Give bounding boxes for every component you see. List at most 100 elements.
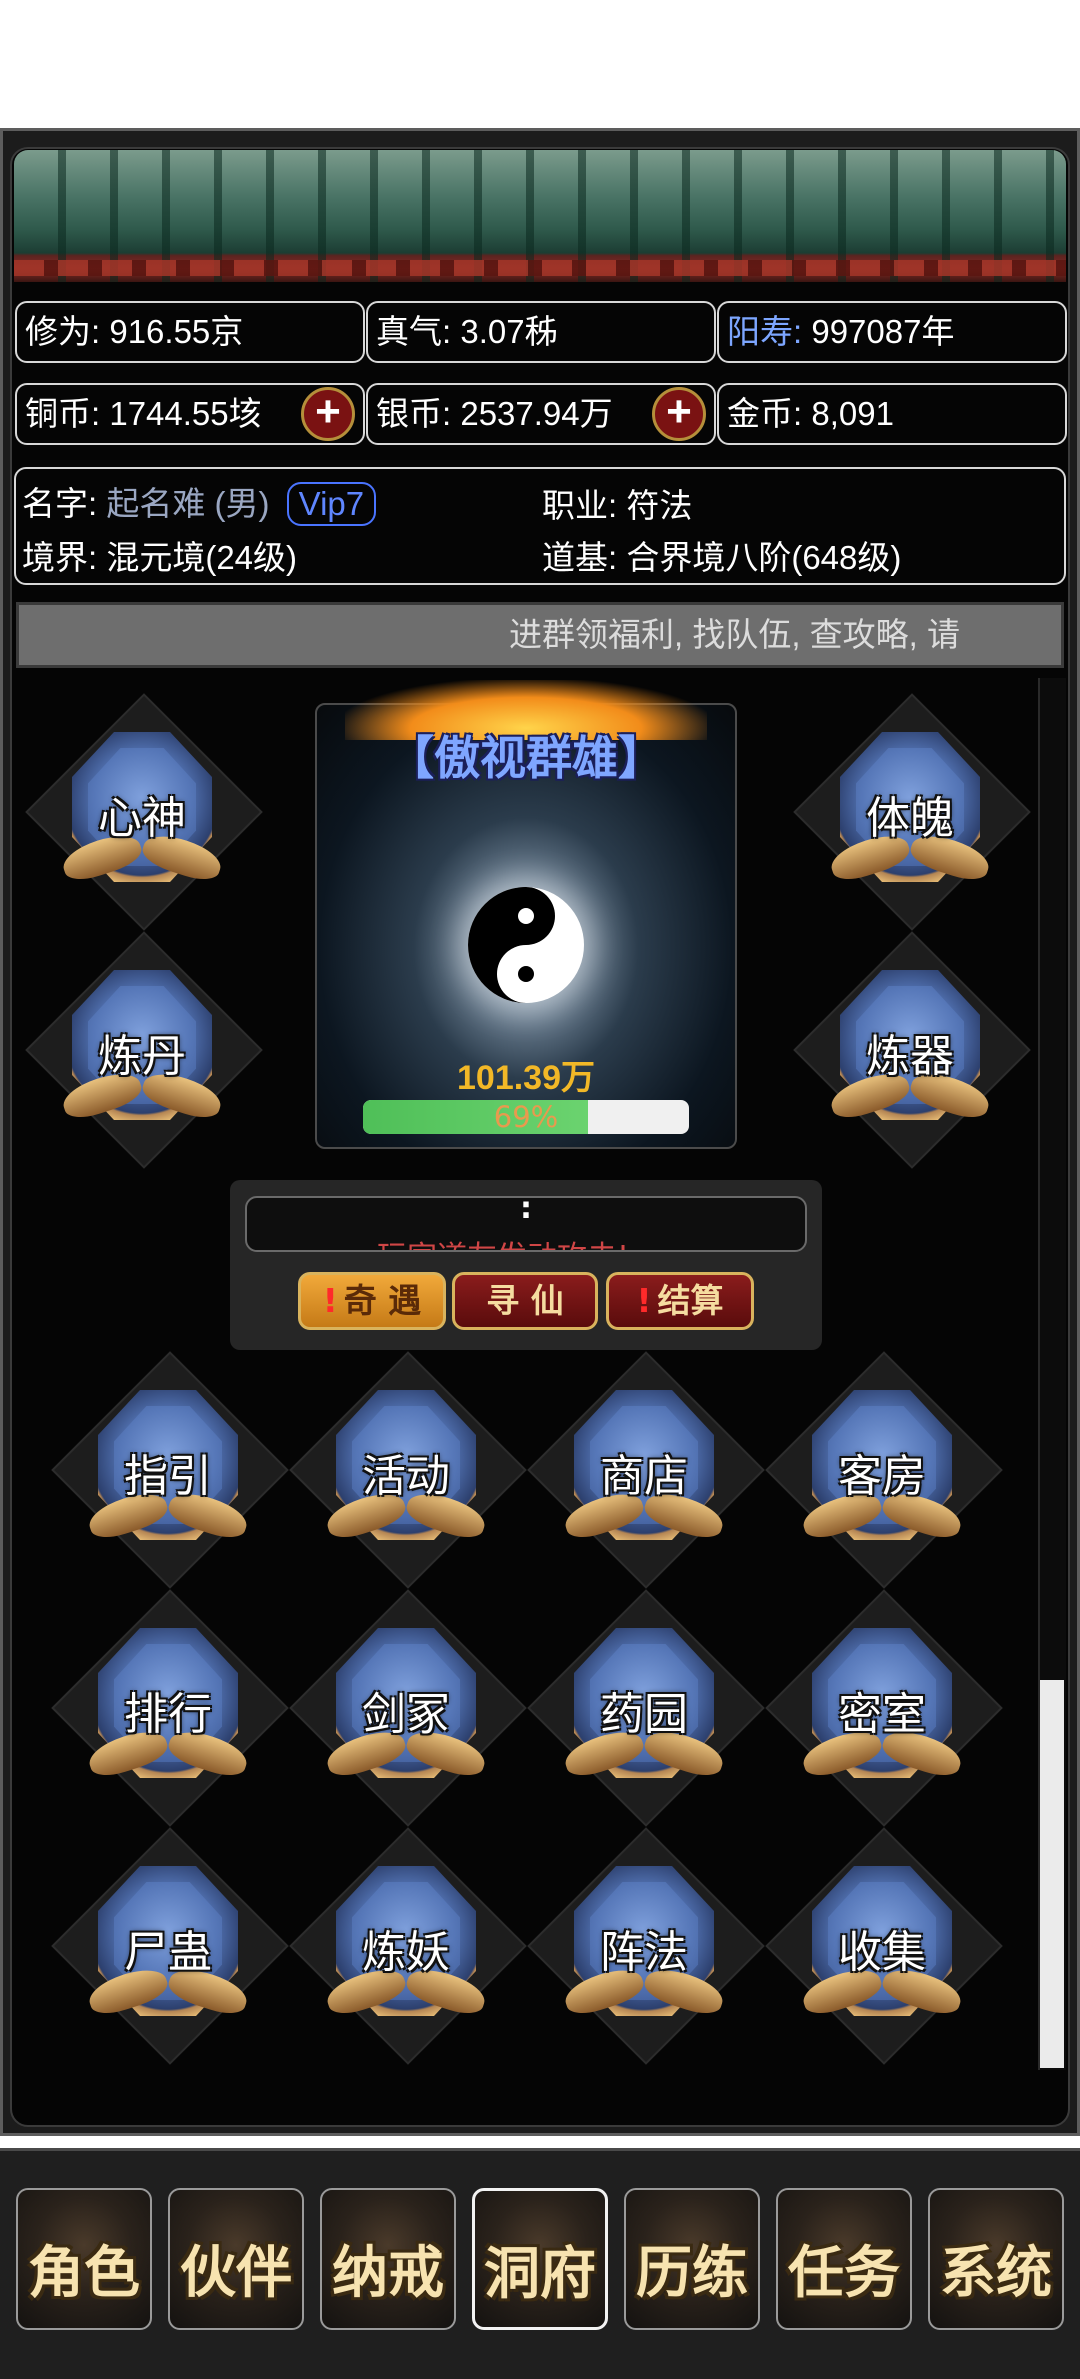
realm-row: 境界: 混元境(24级): [22, 531, 297, 579]
stat-label: 修为:: [25, 313, 101, 350]
zhenfa-button[interactable]: 阵法: [524, 1824, 765, 2065]
nav-xitong[interactable]: 系统: [928, 2188, 1064, 2330]
stat-yangshou: 阳寿: 997087年: [717, 301, 1067, 363]
huodong-button[interactable]: 活动: [286, 1348, 527, 1589]
lianyao-button[interactable]: 炼妖: [286, 1824, 527, 2065]
mishi-button[interactable]: 密室: [762, 1586, 1003, 1827]
button-label: 尸蛊: [124, 1927, 212, 1978]
foundation-label: 道基:: [542, 539, 618, 576]
stat-label: 银币:: [376, 395, 452, 432]
stat-jinbi: 金币: 8,091: [717, 383, 1067, 445]
nav-label: 纳戒: [332, 2241, 444, 2306]
shouji-button[interactable]: 收集: [762, 1824, 1003, 2065]
xunxian-label: 寻 仙: [486, 1281, 564, 1320]
nav-label: 系统: [940, 2241, 1052, 2306]
add-yinbi-button[interactable]: +: [652, 387, 706, 441]
alert-icon: !: [636, 1281, 652, 1320]
stat-label: 金币:: [727, 395, 803, 432]
message-box: : 玩家道友发动攻击!: [245, 1196, 807, 1252]
button-label: 排行: [124, 1689, 212, 1740]
button-label: 收集: [838, 1927, 926, 1978]
vip-badge[interactable]: Vip7: [286, 482, 377, 526]
stat-tongbi: 铜币: 1744.55垓 +: [15, 383, 365, 445]
alert-icon: !: [322, 1281, 338, 1320]
stat-label: 阳寿:: [727, 313, 803, 350]
nav-label: 洞府: [484, 2242, 596, 2307]
job-label: 职业:: [542, 487, 618, 524]
shangdian-button[interactable]: 商店: [524, 1348, 765, 1589]
profile-info: 名字: 起名难 (男) Vip7 职业: 符法 境界: 混元境(24级) 道基:…: [14, 467, 1066, 585]
zhiyin-button[interactable]: 指引: [48, 1348, 289, 1589]
nav-najie[interactable]: 纳戒: [320, 2188, 456, 2330]
shigu-button[interactable]: 尸蛊: [48, 1824, 289, 2065]
announcement-marquee: 进群领福利, 找队伍, 查攻略, 请: [16, 602, 1064, 668]
message-colon: :: [520, 1196, 532, 1226]
stat-value: 997087年: [811, 313, 955, 350]
button-label: 药园: [600, 1689, 688, 1740]
realm-value: 混元境(24级): [106, 539, 298, 576]
player-name[interactable]: 起名难 (男): [106, 485, 269, 522]
button-label: 炼丹: [98, 1031, 186, 1082]
nav-label: 伙伴: [180, 2241, 292, 2306]
stat-xiuwei: 修为: 916.55京: [15, 301, 365, 363]
button-label: 商店: [600, 1451, 688, 1502]
lianqi-button[interactable]: 炼器: [790, 928, 1031, 1169]
jiesuan-label: 结算: [657, 1281, 724, 1320]
nav-dongfu[interactable]: 洞府: [472, 2188, 608, 2330]
button-label: 炼器: [866, 1031, 954, 1082]
progress-label: 69%: [493, 1100, 559, 1134]
job-value: 符法: [626, 487, 693, 524]
paihang-button[interactable]: 排行: [48, 1586, 289, 1827]
stat-label: 真气:: [376, 313, 452, 350]
power-value: 101.39万: [457, 1059, 595, 1097]
nav-huoban[interactable]: 伙伴: [168, 2188, 304, 2330]
message-text: 玩家道友发动攻击!: [377, 1232, 629, 1250]
button-label: 活动: [362, 1451, 450, 1502]
scrollbar-thumb[interactable]: [1040, 1680, 1064, 2068]
roof-banner: [14, 150, 1066, 282]
name-label: 名字:: [22, 485, 98, 522]
button-label: 阵法: [600, 1927, 688, 1978]
qiyu-button[interactable]: ! 奇 遇: [298, 1272, 446, 1330]
stat-value: 8,091: [811, 395, 894, 432]
stat-value: 1744.55垓: [109, 395, 262, 432]
button-label: 体魄: [866, 793, 954, 844]
tipo-button[interactable]: 体魄: [790, 690, 1031, 931]
xinshen-button[interactable]: 心神: [22, 690, 263, 931]
jiesuan-button[interactable]: ! 结算: [606, 1272, 754, 1330]
add-tongbi-button[interactable]: +: [301, 387, 355, 441]
stat-value: 916.55京: [109, 313, 244, 350]
yaoyuan-button[interactable]: 药园: [524, 1586, 765, 1827]
stat-yinbi: 银币: 2537.94万 +: [366, 383, 716, 445]
panel-title: 【傲视群雄】: [388, 731, 664, 785]
liandan-button[interactable]: 炼丹: [22, 928, 263, 1169]
stat-value: 2537.94万: [460, 395, 613, 432]
button-label: 指引: [124, 1451, 212, 1502]
announcement-text: 进群领福利, 找队伍, 查攻略, 请: [509, 616, 961, 653]
button-label: 密室: [838, 1689, 926, 1740]
nav-label: 角色: [28, 2241, 140, 2306]
jianzhong-button[interactable]: 剑冢: [286, 1586, 527, 1827]
nav-label: 历练: [636, 2241, 748, 2306]
nav-label: 任务: [788, 2241, 900, 2306]
foundation-value: 合界境八阶(648级): [626, 539, 902, 576]
foundation-row: 道基: 合界境八阶(648级): [542, 531, 901, 579]
button-label: 剑冢: [362, 1689, 450, 1740]
kefang-button[interactable]: 客房: [762, 1348, 1003, 1589]
stat-zhenqi: 真气: 3.07秭: [366, 301, 716, 363]
name-row: 名字: 起名难 (男) Vip7: [22, 477, 377, 526]
nav-renwu[interactable]: 任务: [776, 2188, 912, 2330]
realm-label: 境界:: [22, 539, 98, 576]
progress-bar: 69%: [363, 1100, 689, 1134]
xunxian-button[interactable]: 寻 仙: [452, 1272, 598, 1330]
qiyu-label: 奇 遇: [343, 1281, 422, 1320]
job-row: 职业: 符法: [542, 479, 692, 527]
stat-label: 铜币:: [25, 395, 101, 432]
stat-value: 3.07秭: [460, 313, 558, 350]
button-label: 客房: [838, 1451, 926, 1502]
button-label: 心神: [98, 793, 186, 844]
taiji-icon: [468, 887, 584, 1003]
nav-juese[interactable]: 角色: [16, 2188, 152, 2330]
button-label: 炼妖: [362, 1927, 450, 1978]
nav-lilian[interactable]: 历练: [624, 2188, 760, 2330]
